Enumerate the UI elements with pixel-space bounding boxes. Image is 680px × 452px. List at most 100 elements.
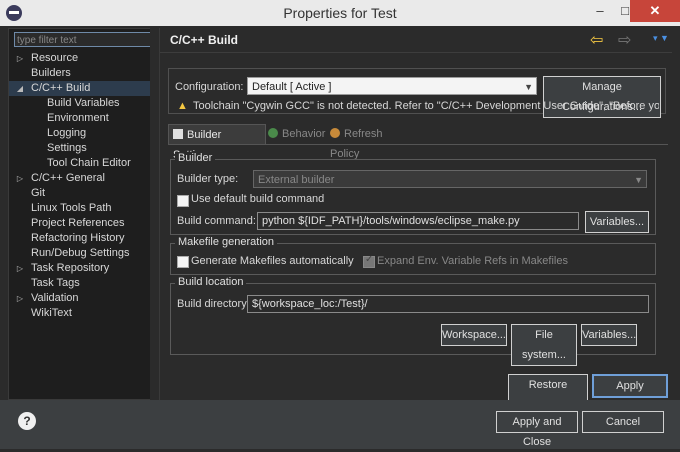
tree-item-label: Logging <box>47 127 87 139</box>
build-location-group: Build location Build directory: ${worksp… <box>170 276 656 366</box>
toolchain-warning: Toolchain "Cygwin GCC" is not detected. … <box>193 100 659 112</box>
tree-item-label: Refactoring History <box>31 232 125 244</box>
chevron-down-icon: ▼ <box>634 175 643 185</box>
generate-makefiles-label: Generate Makefiles automatically <box>191 255 354 267</box>
collapsed-arrow-icon[interactable]: ▷ <box>15 261 25 276</box>
builder-group-title: Builder <box>175 152 216 164</box>
configuration-section: Configuration: Default [ Active ] ▼ Mana… <box>168 68 666 118</box>
builder-variables-button[interactable]: Variables... <box>585 211 649 233</box>
tree-item[interactable]: Build Variables <box>9 96 159 111</box>
tree-item-label: Task Repository <box>31 262 110 274</box>
tree-item[interactable]: Tool Chain Editor <box>9 156 159 171</box>
tree-item[interactable]: Git <box>9 186 159 201</box>
tree-item[interactable]: Project References <box>9 216 159 231</box>
apply-button[interactable]: Apply <box>592 374 668 398</box>
tree-item[interactable]: ▷ C/C++ General <box>9 171 159 186</box>
chevron-down-icon: ▼ <box>524 82 533 92</box>
tree-item-label: Resource <box>31 52 79 64</box>
tree-item-label: Environment <box>47 112 109 124</box>
tree-item-label: Validation <box>31 292 79 304</box>
tree-item[interactable]: ◢ C/C++ Build <box>9 81 159 96</box>
apply-and-close-button[interactable]: Apply and Close <box>496 411 578 448</box>
filter-input[interactable]: type filter text <box>14 32 152 47</box>
page-title: C/C++ Build <box>170 33 239 47</box>
tab-bar: Builder Settings Behavior Refresh Policy <box>168 124 668 161</box>
refresh-icon <box>330 128 340 138</box>
build-command-field[interactable]: python ${IDF_PATH}/tools/windows/eclipse… <box>257 212 579 230</box>
builder-type-select[interactable]: External builder ▼ <box>253 170 647 188</box>
back-arrow-icon[interactable]: ⇦ <box>590 30 603 50</box>
tree-item-label: C/C++ Build <box>31 82 91 94</box>
collapsed-arrow-icon[interactable]: ▷ <box>15 51 25 66</box>
tree-scrollbar[interactable] <box>150 28 159 400</box>
view-menu-icon[interactable]: ▾ ▼ <box>653 33 669 44</box>
build-directory-label: Build directory: <box>177 298 250 310</box>
content-panel: C/C++ Build ⇦ ⇨ ▾ ▼ Configuration: Defau… <box>160 28 672 416</box>
builder-settings-panel: Builder Builder type: External builder ▼… <box>168 144 668 367</box>
tree-item[interactable]: Logging <box>9 126 159 141</box>
tree-item-label: Linux Tools Path <box>31 202 112 214</box>
close-button[interactable]: ✕ <box>630 0 680 22</box>
tab-builder-settings[interactable]: Builder Settings <box>168 124 266 161</box>
page-header: C/C++ Build ⇦ ⇨ ▾ ▼ <box>160 28 672 52</box>
build-command-label: Build command: <box>177 215 256 227</box>
tree-item[interactable]: WikiText <box>9 306 159 321</box>
generate-makefiles-checkbox[interactable] <box>177 256 189 268</box>
tree-item[interactable]: ▷ Task Repository <box>9 261 159 276</box>
dialog-footer: ? Apply and Close Cancel <box>0 400 680 449</box>
workspace-button[interactable]: Workspace... <box>441 324 507 346</box>
tree-item-label: Settings <box>47 142 87 154</box>
tree-item-label: Task Tags <box>31 277 80 289</box>
use-default-build-command-label: Use default build command <box>191 193 325 205</box>
forward-arrow-icon[interactable]: ⇨ <box>618 30 631 50</box>
file-system-button[interactable]: File system... <box>511 324 577 366</box>
expanded-arrow-icon[interactable]: ◢ <box>15 81 25 96</box>
tree-item[interactable]: Environment <box>9 111 159 126</box>
tree-item-label: Git <box>31 187 46 199</box>
cancel-button[interactable]: Cancel <box>582 411 664 433</box>
tab-label: Behavior <box>282 128 326 140</box>
tree-item[interactable]: Settings <box>9 141 159 156</box>
makefile-generation-group: Makefile generation Generate Makefiles a… <box>170 236 656 275</box>
title-bar: Properties for Test – □ ✕ <box>0 0 680 26</box>
build-location-group-title: Build location <box>175 276 247 288</box>
behavior-icon <box>268 128 278 138</box>
collapsed-arrow-icon[interactable]: ▷ <box>15 291 25 306</box>
collapsed-arrow-icon[interactable]: ▷ <box>15 171 25 186</box>
build-directory-field[interactable]: ${workspace_loc:/Test}/ <box>247 295 649 313</box>
tree-item[interactable]: Task Tags <box>9 276 159 291</box>
builder-type-label: Builder type: <box>177 173 239 185</box>
configuration-select[interactable]: Default [ Active ] ▼ <box>247 77 537 95</box>
tree-item-label: Build Variables <box>47 97 120 109</box>
tree-item-label: C/C++ General <box>31 172 105 184</box>
builder-group: Builder Builder type: External builder ▼… <box>170 152 656 235</box>
use-default-build-command-checkbox[interactable] <box>177 195 189 207</box>
configuration-label: Configuration: <box>175 81 244 93</box>
makefile-group-title: Makefile generation <box>175 236 278 248</box>
tab-refresh-policy[interactable]: Refresh Policy <box>326 124 418 160</box>
tree-item-label: Builders <box>31 67 71 79</box>
help-icon[interactable]: ? <box>18 412 36 430</box>
tree-item[interactable]: Builders <box>9 66 159 81</box>
tree-item-label: Run/Debug Settings <box>31 247 130 259</box>
tree-item[interactable]: ▷ Validation <box>9 291 159 306</box>
warning-icon: ▲ <box>177 100 188 112</box>
property-tree: ▷ Resource Builders ◢ C/C++ Build Build Varia… <box>9 51 159 321</box>
expand-env-refs-label: Expand Env. Variable Refs in Makefiles <box>377 255 568 267</box>
header-divider <box>160 52 672 53</box>
configuration-value: Default [ Active ] <box>252 81 332 93</box>
tree-item[interactable]: Run/Debug Settings <box>9 246 159 261</box>
location-variables-button[interactable]: Variables... <box>581 324 637 346</box>
tree-item-label: Project References <box>31 217 125 229</box>
tree-item-label: Tool Chain Editor <box>47 157 131 169</box>
tree-item[interactable]: Linux Tools Path <box>9 201 159 216</box>
builder-type-value: External builder <box>258 174 335 186</box>
builder-settings-icon <box>173 129 183 139</box>
property-tree-panel: type filter text ▷ Resource Builders ◢ C/C++… <box>8 28 160 400</box>
window-title: Properties for Test <box>283 5 397 21</box>
expand-env-refs-checkbox[interactable] <box>363 254 375 268</box>
tree-item[interactable]: Refactoring History <box>9 231 159 246</box>
tree-item[interactable]: ▷ Resource <box>9 51 159 66</box>
tree-item-label: WikiText <box>31 307 72 319</box>
tab-behavior[interactable]: Behavior <box>264 124 332 144</box>
